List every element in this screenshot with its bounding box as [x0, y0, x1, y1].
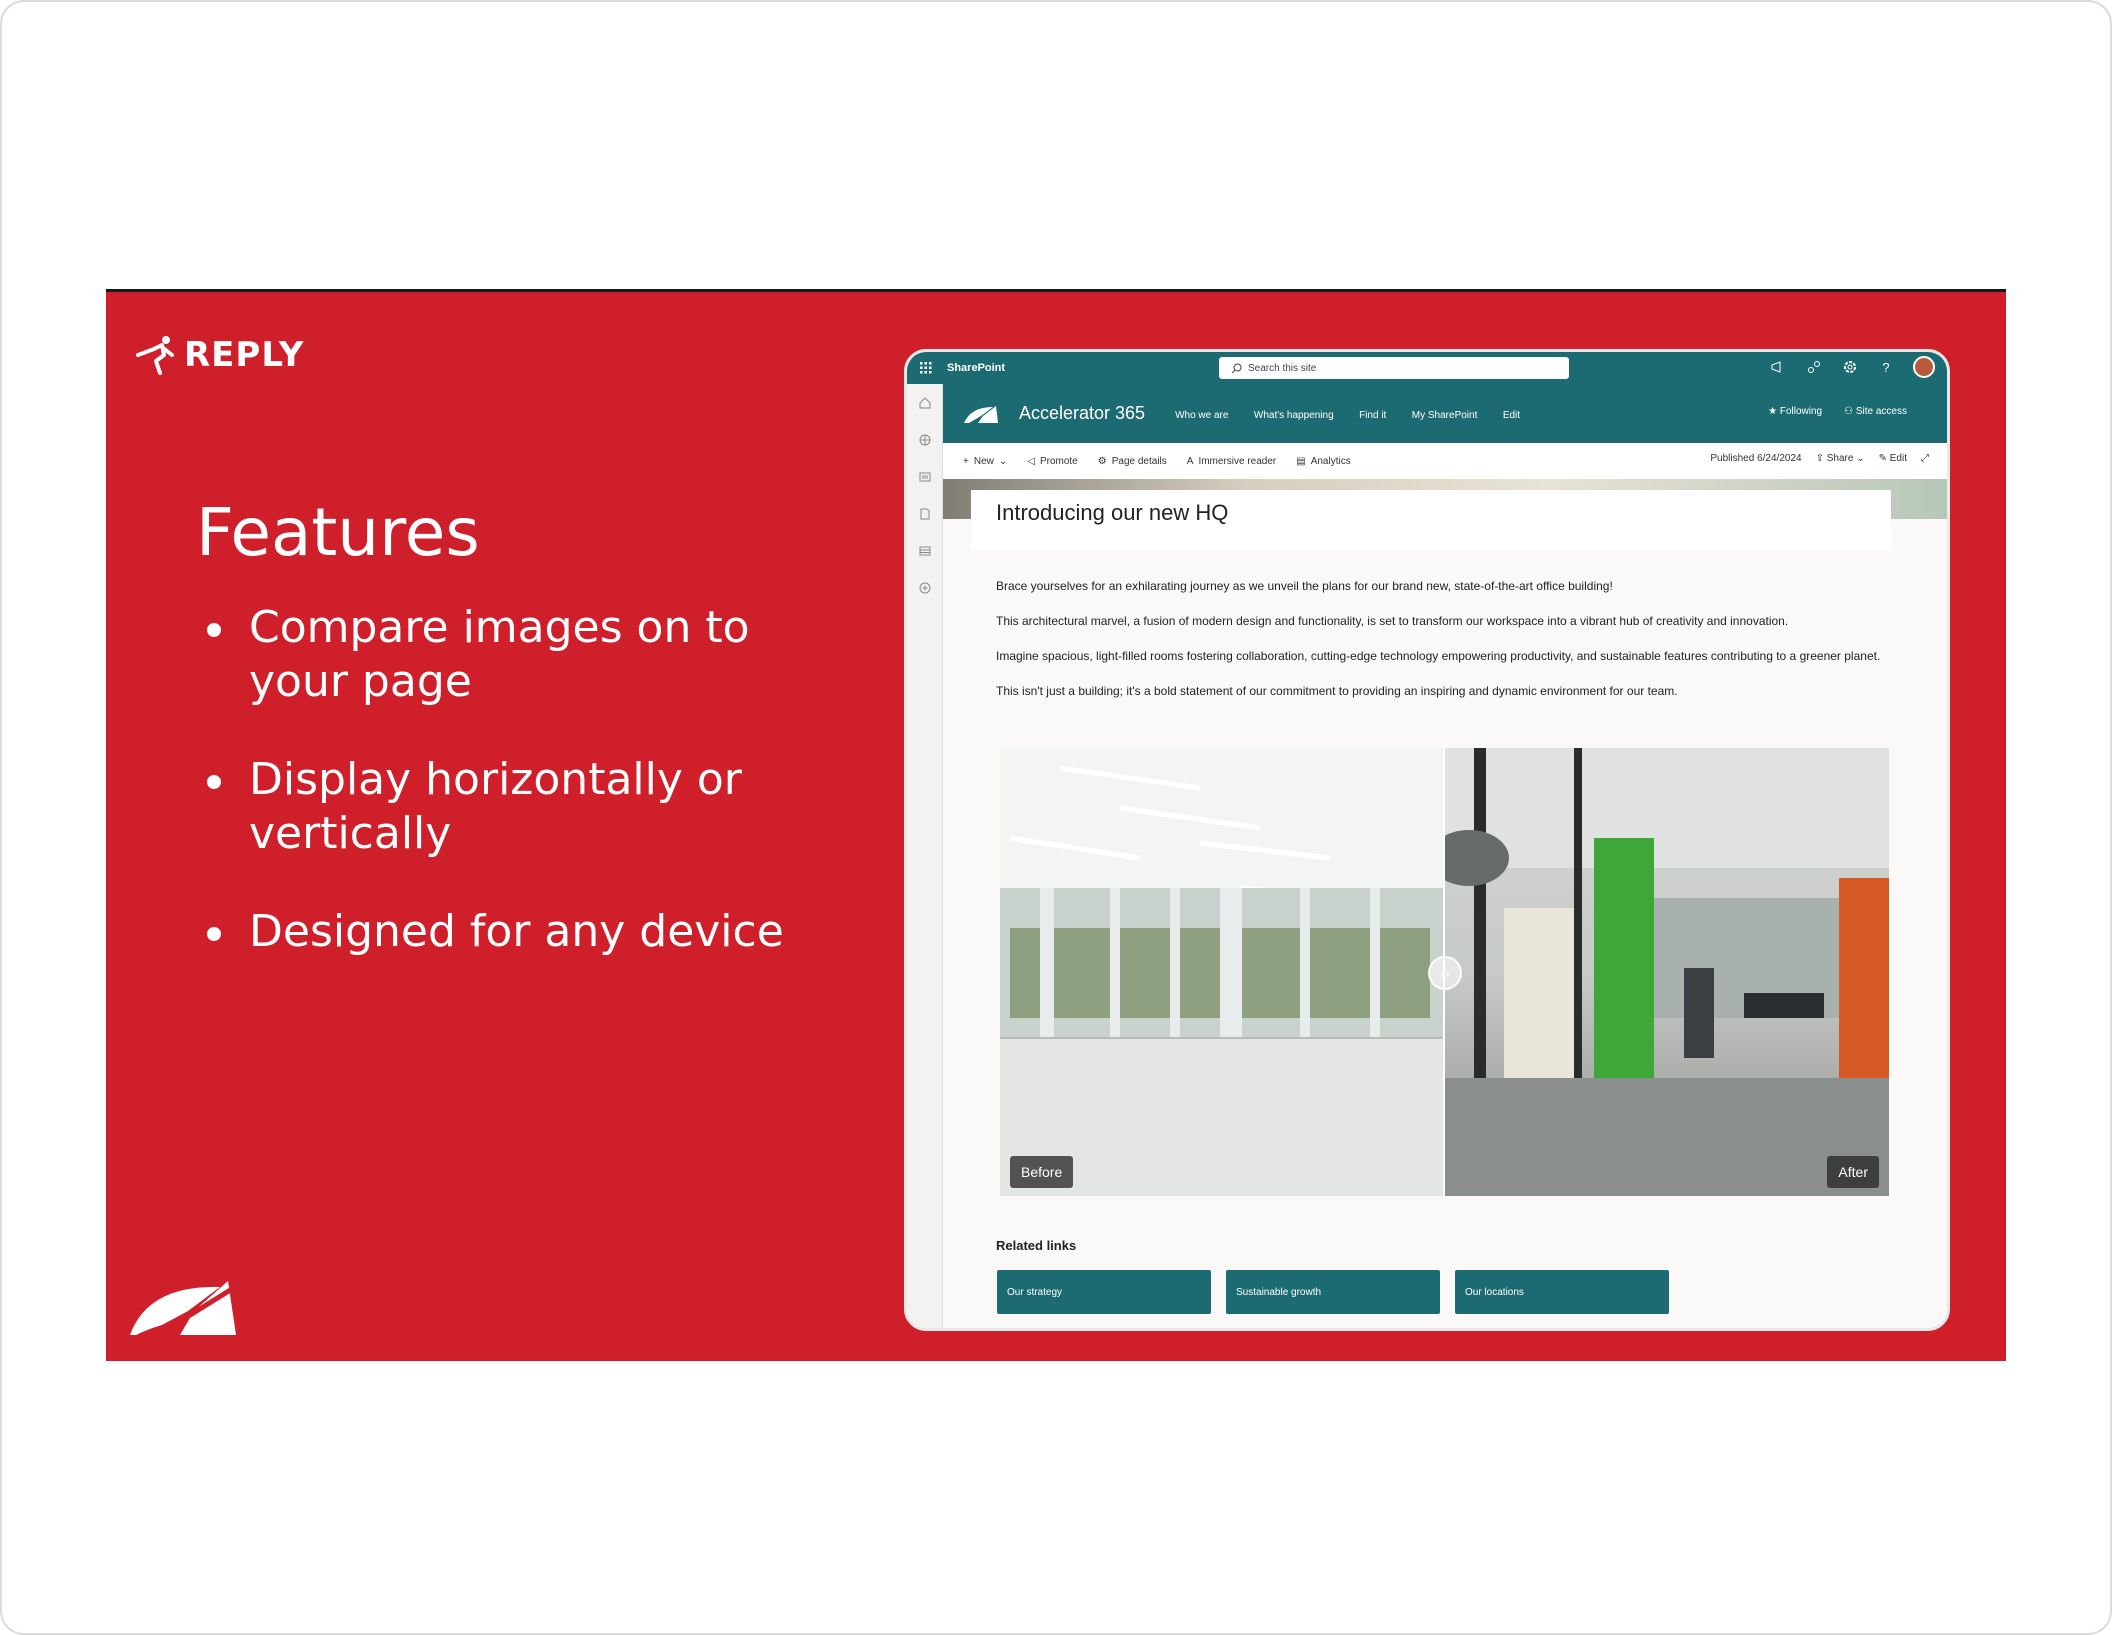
page-details-button[interactable]: ⚙ Page details	[1098, 456, 1167, 467]
related-link-sustainable-growth[interactable]: Sustainable growth	[1226, 1270, 1440, 1314]
site-title[interactable]: Accelerator 365	[1019, 403, 1145, 424]
new-label: New	[973, 455, 994, 467]
megaphone-icon[interactable]	[1769, 358, 1787, 376]
brand-name: REPLY	[184, 335, 305, 375]
app-name[interactable]: SharePoint	[947, 362, 1005, 374]
after-label: After	[1827, 1156, 1879, 1188]
page-body: Brace yourselves for an exhilarating jou…	[996, 578, 1896, 718]
related-links: Our strategy Sustainable growth Our loca…	[997, 1270, 1669, 1314]
add-icon[interactable]	[907, 569, 943, 606]
nav-whats-happening[interactable]: What's happening	[1254, 410, 1334, 421]
search-icon	[1231, 363, 1242, 373]
edit-button[interactable]: ✎ Edit	[1879, 453, 1907, 464]
reader-icon: A	[1186, 455, 1194, 467]
list-icon[interactable]	[907, 532, 943, 569]
suite-icons: ?	[1769, 356, 1935, 378]
site-logo-icon[interactable]	[963, 404, 999, 424]
before-image	[1000, 748, 1444, 1196]
related-link-our-locations[interactable]: Our locations	[1455, 1270, 1669, 1314]
share-icon: ⇪	[1815, 453, 1824, 464]
related-links-title: Related links	[996, 1238, 1077, 1253]
following-label: Following	[1779, 406, 1823, 417]
nav-find-it[interactable]: Find it	[1359, 410, 1386, 421]
sharepoint-window: SharePoint Search this site ? Accelerato…	[904, 349, 1950, 1331]
avatar[interactable]	[1913, 356, 1935, 378]
slide-title: Features	[196, 494, 480, 571]
compare-slider-handle[interactable]: ‹›	[1428, 956, 1462, 990]
feature-list: Compare images on to your page Display h…	[201, 601, 841, 1003]
immersive-reader-button[interactable]: A Immersive reader	[1187, 456, 1276, 467]
related-link-our-strategy[interactable]: Our strategy	[997, 1270, 1211, 1314]
analytics-label: Analytics	[1310, 455, 1351, 467]
chevron-down-icon: ⌄	[998, 455, 1008, 467]
bullet-dot	[207, 927, 221, 941]
news-icon[interactable]	[907, 458, 943, 495]
new-button[interactable]: + New ⌄	[963, 456, 1007, 467]
command-bar-right: Published 6/24/2024 ⇪ Share ⌄ ✎ Edit ⤢	[1710, 453, 1929, 464]
runner-icon	[136, 336, 174, 375]
immersive-reader-label: Immersive reader	[1198, 455, 1277, 467]
people-icon: ⚇	[1844, 406, 1854, 417]
share-button[interactable]: ⇪ Share ⌄	[1816, 453, 1865, 464]
app-bar	[907, 384, 943, 1328]
slide-top-border	[106, 289, 2006, 292]
promote-label: Promote	[1039, 455, 1078, 467]
arrows-horizontal-icon: ‹›	[1440, 965, 1450, 981]
slide: REPLY Features Compare images on to your…	[106, 289, 2006, 1361]
globe-icon[interactable]	[907, 421, 943, 458]
feature-item: Compare images on to your page	[201, 601, 841, 709]
page-title: Introducing our new HQ	[996, 500, 1229, 525]
page-details-label: Page details	[1111, 455, 1167, 467]
published-date: Published 6/24/2024	[1710, 453, 1802, 464]
body-paragraph: Imagine spacious, light-filled rooms fos…	[996, 649, 1881, 663]
body-paragraph: This architectural marvel, a fusion of m…	[996, 614, 1789, 628]
help-icon[interactable]: ?	[1877, 358, 1895, 376]
feature-item: Designed for any device	[201, 905, 841, 959]
bullet-dot	[207, 623, 221, 637]
command-bar: + New ⌄ ◁ Promote ⚙ Page details A Immersive …	[943, 443, 1947, 479]
image-compare[interactable]: ‹› Before After	[1000, 748, 1889, 1196]
expand-icon[interactable]: ⤢	[1921, 453, 1929, 464]
nav-edit[interactable]: Edit	[1503, 410, 1520, 421]
feature-text: Display horizontally or vertically	[249, 754, 742, 859]
app-launcher-icon[interactable]	[907, 362, 945, 374]
document-icon[interactable]	[907, 495, 943, 532]
site-navigation: Who we are What's happening Find it My S…	[1175, 405, 1541, 423]
bullet-dot	[207, 775, 221, 789]
site-access-button[interactable]: ⚇ Site access	[1844, 406, 1907, 417]
site-header: Accelerator 365 Who we are What's happen…	[943, 384, 1947, 443]
analytics-button[interactable]: ▤ Analytics	[1296, 456, 1350, 467]
share-label: Share	[1826, 453, 1854, 464]
nav-my-sharepoint[interactable]: My SharePoint	[1412, 410, 1478, 421]
feature-text: Compare images on to your page	[249, 602, 750, 707]
megaphone-icon: ◁	[1027, 455, 1035, 467]
following-button[interactable]: ★ Following	[1768, 406, 1822, 417]
suite-bar: SharePoint Search this site ?	[907, 352, 1947, 384]
pencil-icon: ✎	[1878, 453, 1887, 464]
plus-icon: +	[963, 455, 969, 467]
body-paragraph: This isn't just a building; it's a bold …	[996, 684, 1678, 698]
body-paragraph: Brace yourselves for an exhilarating jou…	[996, 579, 1613, 593]
chevron-down-icon: ⌄	[1856, 453, 1865, 464]
feature-text: Designed for any device	[249, 906, 784, 957]
share-network-icon[interactable]	[1805, 358, 1823, 376]
promote-button[interactable]: ◁ Promote	[1027, 456, 1078, 467]
chart-icon: ▤	[1296, 455, 1306, 467]
after-image	[1429, 748, 1889, 1196]
site-actions: ★ Following ⚇ Site access	[1768, 406, 1907, 417]
gear-icon: ⚙	[1097, 455, 1107, 467]
before-label: Before	[1010, 1156, 1074, 1188]
accelerator-logo-icon	[130, 1281, 236, 1338]
search-placeholder: Search this site	[1248, 362, 1317, 374]
edit-label: Edit	[1889, 453, 1907, 464]
gear-icon[interactable]	[1841, 358, 1859, 376]
home-icon[interactable]	[907, 384, 943, 421]
nav-who-we-are[interactable]: Who we are	[1175, 410, 1228, 421]
site-access-label: Site access	[1855, 406, 1907, 417]
reply-logo: REPLY	[134, 329, 304, 381]
feature-item: Display horizontally or vertically	[201, 753, 841, 861]
search-input[interactable]: Search this site	[1219, 357, 1569, 379]
